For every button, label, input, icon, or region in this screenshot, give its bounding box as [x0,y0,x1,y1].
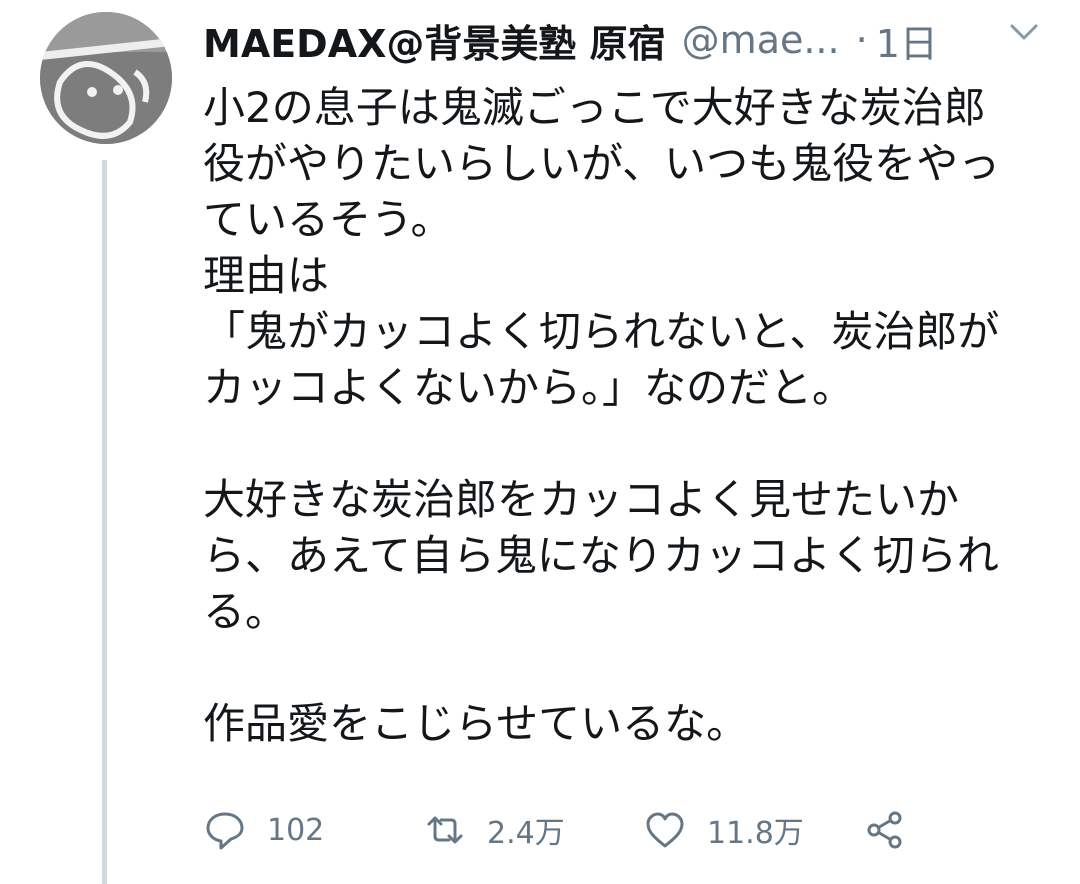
tweet-line: 「鬼がカッコよく切られないと、炭治郎が [203,307,1000,356]
share-icon [867,811,902,849]
reply-count: 102 [267,812,325,848]
retweet-icon [427,816,463,844]
tweet-line [203,640,1063,696]
tweet-line: ら、あえて自ら鬼になりカッコよく切られ [203,531,999,580]
avatar-image [40,12,172,144]
like-icon [646,812,684,848]
tweet-line [203,416,1063,472]
reply-button[interactable]: 102 [203,808,423,852]
tweet-header: MAEDAX@背景美塾 原宿 @mae... · 1日 [203,8,1080,72]
reply-icon [206,812,244,850]
chevron-down-icon[interactable] [1004,12,1044,52]
tweet-line: る。 [203,587,288,636]
like-count: 11.8万 [707,816,804,851]
tweet-line: 大好きな炭治郎をカッコよく見せたいか [203,475,960,524]
separator-dot: · [855,18,868,62]
share-button[interactable] [863,808,907,852]
tweet-line: 小2の息子は鬼滅ごっこで大好きな炭治郎 [203,83,986,132]
tweet-line: 理由は [203,251,330,300]
tweet-time[interactable]: 1日 [876,13,938,68]
tweet-line: ているそう。 [203,195,453,244]
tweet-actions: 102 2.4万 11.8万 [203,800,1003,860]
like-button[interactable]: 11.8万 [643,808,863,852]
tweet-text: 小2の息子は鬼滅ごっこで大好きな炭治郎 役がやりたいらしいが、いつも鬼役をやっ … [203,80,1063,752]
retweet-button[interactable]: 2.4万 [423,808,643,852]
avatar[interactable] [40,12,172,144]
retweet-count: 2.4万 [487,816,565,851]
thread-line [102,160,107,884]
tweet-line: 役がやりたいらしいが、いつも鬼役をやっ [203,139,1001,188]
author-name[interactable]: MAEDAX@背景美塾 原宿 [203,13,666,68]
tweet-line: カッコよくないから。」なのだと。 [203,363,855,412]
author-handle[interactable]: @mae... [682,18,840,62]
tweet-line: 作品愛をこじらせているな。 [203,699,749,748]
